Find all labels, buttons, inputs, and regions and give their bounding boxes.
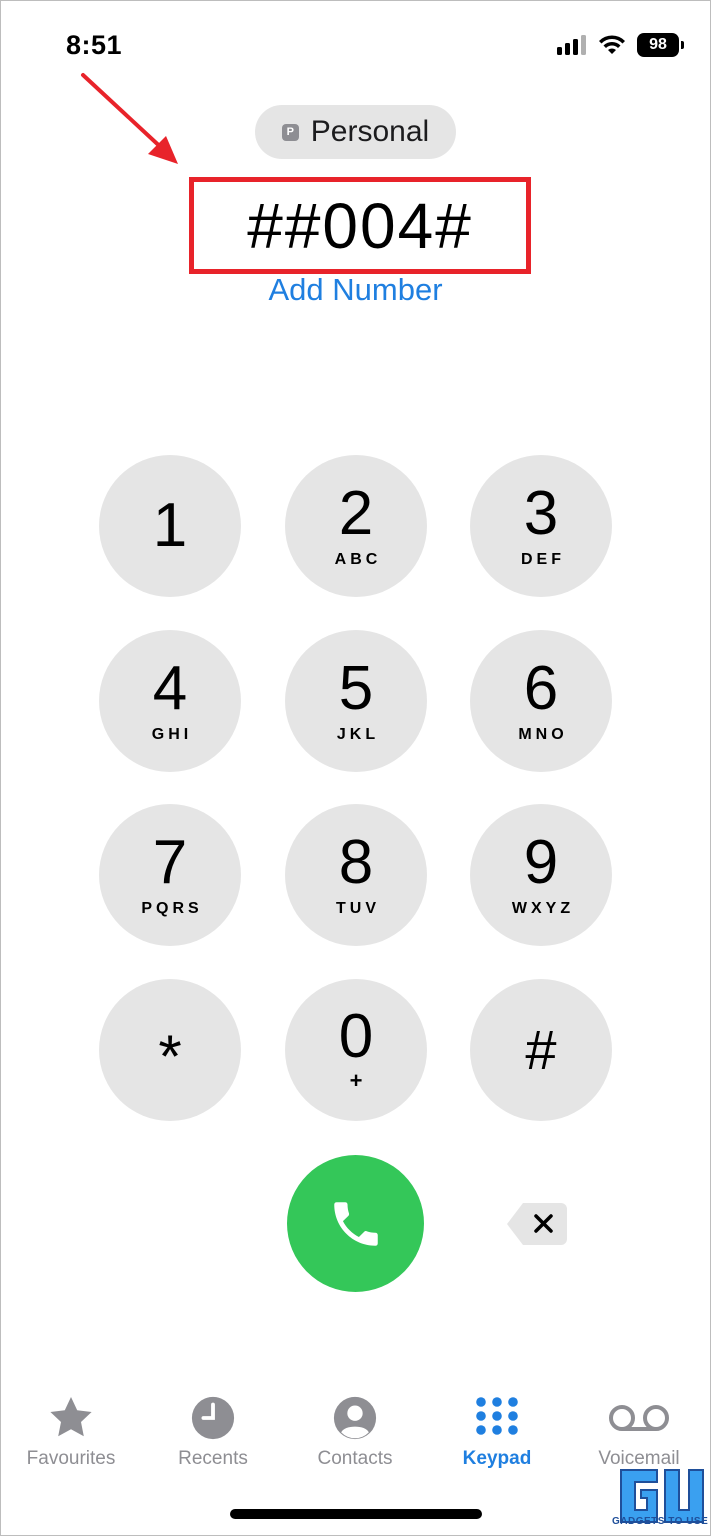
delete-backspace-icon[interactable]: [505, 1201, 569, 1247]
key-digit: 5: [338, 654, 374, 723]
keypad-icon: [476, 1397, 518, 1435]
key-letters: GHI: [151, 726, 193, 743]
signal-icon: [557, 35, 586, 55]
key-letters: TUV: [336, 900, 380, 917]
phone-icon: [333, 1201, 378, 1246]
key-digit: 4: [152, 654, 188, 723]
key-4[interactable]: 4 GHI: [99, 630, 241, 772]
add-number-link[interactable]: Add Number: [0, 272, 711, 308]
annotation-arrow-icon: [81, 73, 178, 164]
tab-voicemail[interactable]: Voicemail: [568, 1392, 710, 1470]
key-letters: JKL: [336, 726, 380, 743]
wifi-icon: [599, 35, 625, 54]
key-5[interactable]: 5 JKL: [285, 630, 427, 772]
key-digit: 9: [523, 828, 559, 897]
key-letters: ABC: [334, 551, 382, 568]
key-letters: WXYZ: [511, 900, 575, 917]
key-7[interactable]: 7 PQRS: [99, 804, 241, 946]
key-star[interactable]: *: [99, 979, 241, 1121]
voicemail-icon: [609, 1405, 669, 1431]
tab-favourites[interactable]: Favourites: [0, 1392, 142, 1470]
watermark-caption: GADGETS TO USE: [612, 1516, 709, 1527]
key-digit: 8: [338, 828, 374, 897]
key-letters: +: [349, 1068, 367, 1093]
key-digit: 0: [338, 1002, 374, 1071]
key-digit: 2: [338, 479, 374, 548]
key-letters: PQRS: [141, 900, 203, 917]
key-digit: 7: [152, 828, 188, 897]
sim-badge: P: [281, 123, 299, 141]
key-digit: 3: [523, 479, 559, 548]
key-1[interactable]: 1: [99, 455, 241, 597]
status-time: 8:51: [66, 30, 123, 60]
home-indicator: [230, 1509, 482, 1519]
tab-label: Keypad: [462, 1448, 532, 1469]
battery-indicator: 98: [637, 33, 684, 57]
key-0[interactable]: 0 +: [285, 979, 427, 1121]
call-button[interactable]: [287, 1155, 424, 1292]
key-6[interactable]: 6 MNO: [470, 630, 612, 772]
key-letters: DEF: [521, 551, 565, 568]
key-letters: MNO: [518, 726, 568, 743]
key-digit: #: [525, 1018, 557, 1081]
key-hash[interactable]: #: [470, 979, 612, 1121]
key-digit: 1: [152, 491, 188, 560]
sim-selector[interactable]: P Personal: [255, 105, 456, 159]
tab-label: Recents: [178, 1448, 248, 1469]
key-8[interactable]: 8 TUV: [285, 804, 427, 946]
status-icons: 98: [557, 33, 684, 57]
key-3[interactable]: 3 DEF: [470, 455, 612, 597]
clock-icon: [191, 1396, 235, 1440]
sim-label: Personal: [310, 115, 430, 148]
key-digit: 6: [523, 654, 559, 723]
star-icon: [50, 1397, 92, 1437]
key-9[interactable]: 9 WXYZ: [470, 804, 612, 946]
dialed-number: ##004#: [247, 189, 473, 262]
tab-keypad[interactable]: Keypad: [426, 1392, 568, 1470]
key-2[interactable]: 2 ABC: [285, 455, 427, 597]
tab-recents[interactable]: Recents: [142, 1392, 284, 1470]
person-icon: [333, 1396, 377, 1440]
tab-label: Contacts: [317, 1448, 393, 1469]
key-digit: *: [158, 1023, 182, 1090]
tab-contacts[interactable]: Contacts: [284, 1392, 426, 1470]
number-highlight-box: ##004#: [189, 177, 531, 274]
tab-label: Favourites: [26, 1448, 116, 1469]
